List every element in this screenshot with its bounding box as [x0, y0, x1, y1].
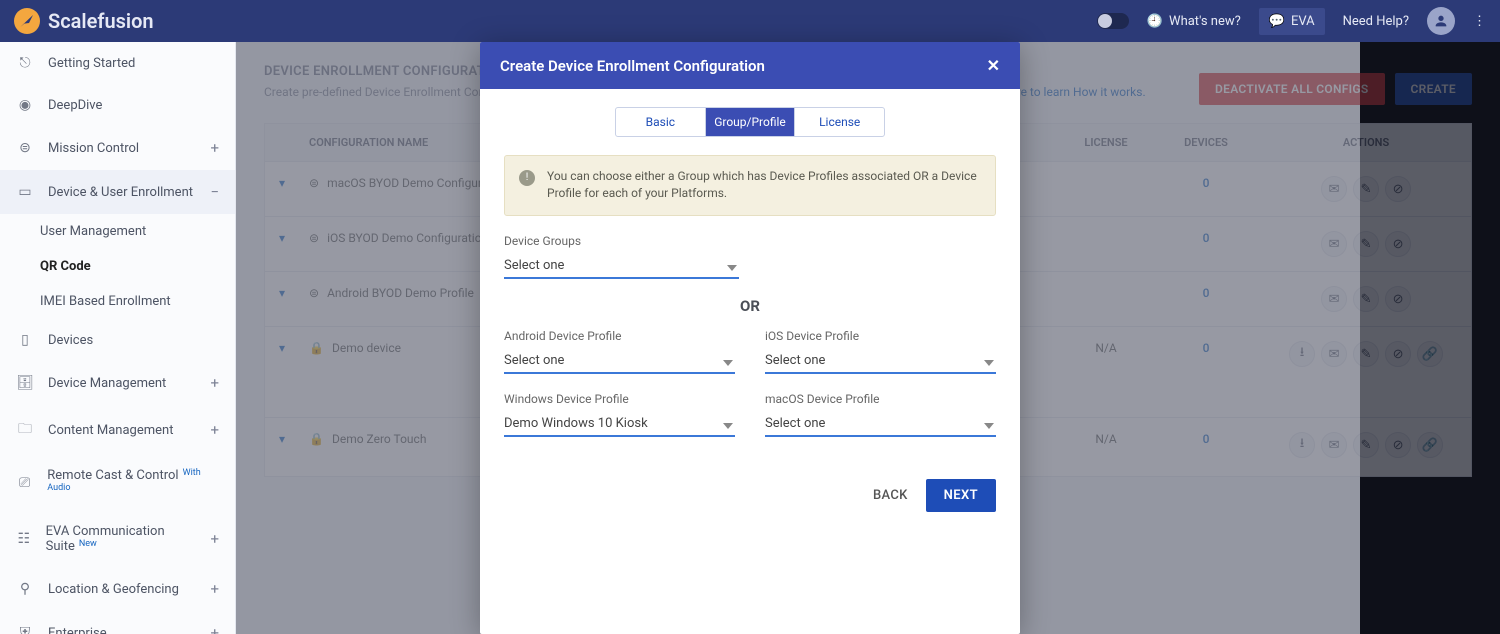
sidebar-item-enterprise[interactable]: ⛨Enterprise+: [0, 611, 235, 634]
sidebar-item-content-mgmt[interactable]: 🗀Content Management+: [0, 405, 235, 455]
back-button[interactable]: BACK: [873, 488, 908, 503]
tab-basic[interactable]: Basic: [616, 108, 705, 136]
briefcase-icon: 🗄: [16, 375, 34, 391]
enrollment-config-modal: Create Device Enrollment Configuration ✕…: [480, 42, 1020, 634]
folder-icon: 🗀: [16, 418, 34, 442]
launch-icon: ⎋: [16, 55, 34, 71]
location-icon: ⚲: [16, 581, 34, 597]
brand-logo[interactable]: Scalefusion: [14, 8, 154, 34]
android-profile-select[interactable]: Select one: [504, 349, 735, 374]
ios-profile-select[interactable]: Select one: [765, 349, 996, 374]
whats-new-label: What's new?: [1169, 14, 1241, 29]
sidebar-item-eva-suite[interactable]: ☷EVA Communication SuiteNew+: [0, 511, 235, 567]
info-notice: ! You can choose either a Group which ha…: [504, 155, 996, 216]
chat-icon: 💬: [1269, 14, 1285, 29]
user-avatar[interactable]: [1427, 7, 1455, 35]
tab-group-profile[interactable]: Group/Profile: [705, 108, 795, 136]
macos-profile-select[interactable]: Select one: [765, 412, 996, 437]
info-icon: !: [519, 170, 535, 186]
expand-icon: +: [210, 139, 219, 157]
device-icon: ▭: [16, 184, 34, 200]
tab-license[interactable]: License: [794, 108, 884, 136]
windows-profile-select[interactable]: Demo Windows 10 Kiosk: [504, 412, 735, 437]
logo-icon: [14, 8, 40, 34]
help-label: Need Help?: [1343, 14, 1409, 29]
modal-tabs: Basic Group/Profile License: [615, 107, 885, 137]
clock-icon: 🕘: [1147, 14, 1163, 29]
windows-profile-label: Windows Device Profile: [504, 392, 735, 406]
cast-icon: ⎚: [16, 475, 33, 491]
sidebar-item-remote-cast[interactable]: ⎚Remote Cast & ControlWith Audio: [0, 455, 235, 511]
sidebar-item-devices[interactable]: ▯Devices: [0, 319, 235, 361]
whats-new-link[interactable]: 🕘 What's new?: [1147, 14, 1241, 29]
sidebar-sub-imei[interactable]: IMEI Based Enrollment: [0, 284, 235, 319]
more-icon[interactable]: ⋮: [1473, 14, 1486, 29]
close-icon[interactable]: ✕: [987, 56, 1000, 75]
topbar: Scalefusion 🕘 What's new? 💬 EVA Need Hel…: [0, 0, 1500, 42]
device-groups-label: Device Groups: [504, 234, 996, 248]
next-button[interactable]: NEXT: [926, 479, 996, 512]
sidebar-sub-user-management[interactable]: User Management: [0, 214, 235, 249]
modal-title: Create Device Enrollment Configuration: [500, 57, 765, 75]
sidebar-item-mission-control[interactable]: ⊜Mission Control+: [0, 126, 235, 170]
macos-profile-label: macOS Device Profile: [765, 392, 996, 406]
or-divider: OR: [504, 297, 996, 315]
sidebar: ⎋Getting Started ◉DeepDive ⊜Mission Cont…: [0, 42, 236, 634]
collapse-icon: −: [210, 183, 219, 201]
sidebar-item-getting-started[interactable]: ⎋Getting Started: [0, 42, 235, 84]
ios-profile-label: iOS Device Profile: [765, 329, 996, 343]
device-groups-select[interactable]: Select one: [504, 254, 739, 279]
phone-icon: ▯: [16, 332, 34, 348]
help-link[interactable]: Need Help?: [1343, 14, 1409, 29]
control-icon: ⊜: [16, 140, 34, 156]
brand-text: Scalefusion: [48, 9, 154, 33]
shield-icon: ⛨: [16, 625, 34, 634]
sidebar-item-enrollment[interactable]: ▭Device & User Enrollment−: [0, 170, 235, 214]
chat2-icon: ☷: [16, 531, 32, 547]
theme-toggle[interactable]: [1097, 13, 1129, 29]
eva-label: EVA: [1291, 14, 1315, 29]
android-profile-label: Android Device Profile: [504, 329, 735, 343]
eva-link[interactable]: 💬 EVA: [1259, 8, 1325, 35]
sidebar-item-device-mgmt[interactable]: 🗄Device Management+: [0, 361, 235, 405]
gauge-icon: ◉: [16, 97, 34, 113]
sidebar-sub-qr-code[interactable]: QR Code: [0, 249, 235, 284]
sidebar-item-location[interactable]: ⚲Location & Geofencing+: [0, 567, 235, 611]
sidebar-item-deepdive[interactable]: ◉DeepDive: [0, 84, 235, 126]
